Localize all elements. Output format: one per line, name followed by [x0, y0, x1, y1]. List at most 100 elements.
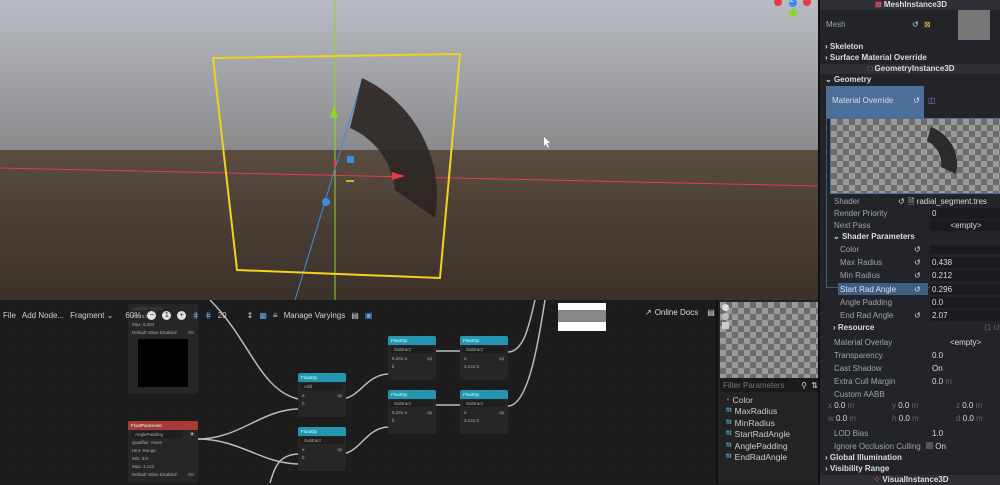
node-default-toggle[interactable]: On — [188, 330, 194, 335]
port-out[interactable]: op — [499, 356, 504, 361]
toggle-panel-icon[interactable]: ▤ — [707, 308, 715, 317]
surface-override-section[interactable]: › Surface Material Override — [820, 52, 927, 63]
hint-select[interactable]: Hint: Range — [128, 446, 198, 454]
port-a[interactable]: a — [302, 393, 305, 398]
aabb-field-w[interactable]: w 0.0 m — [828, 414, 884, 425]
float-parameter-node[interactable]: FloatParameter AnglePadding ◉ Qualifier: … — [128, 421, 198, 483]
skeleton-section[interactable]: › Skeleton — [820, 41, 863, 52]
port-b[interactable]: b — [392, 364, 395, 369]
revert-icon[interactable]: ↺ — [914, 258, 921, 267]
floatop-add-node[interactable]: FloatOp Add a op b — [298, 373, 346, 417]
geometry-section[interactable]: ⌄ Geometry — [820, 74, 871, 85]
global-illumination-section[interactable]: › Global Illumination — [820, 452, 902, 463]
sort-icon[interactable]: ⇅ — [811, 381, 818, 390]
preview-icon[interactable]: ▣ — [365, 311, 373, 320]
op-select[interactable]: Subtract — [301, 437, 343, 444]
aabb-field-x[interactable]: x 0.0 m — [828, 401, 884, 412]
port-a[interactable]: a — [405, 410, 408, 415]
max-radius-slider[interactable]: 0.438 — [930, 256, 1000, 268]
op-select[interactable]: Subtract — [463, 346, 505, 353]
a-value[interactable]: 6.284 — [392, 410, 403, 415]
end-rad-angle-slider[interactable]: 2.07 — [930, 309, 1000, 321]
mesh-thumbnail[interactable] — [958, 10, 990, 40]
3d-viewport[interactable]: Z — [0, 0, 818, 300]
node-max[interactable]: Max: 3.142 — [128, 462, 198, 470]
a-value[interactable]: 6.284 — [392, 356, 403, 361]
material-override-label[interactable]: Material Override ↺ — [826, 86, 924, 118]
param-item-minradius[interactable]: flt MinRadius — [726, 417, 790, 429]
aabb-field-y[interactable]: y 0.0 m — [892, 401, 948, 412]
file-menu[interactable]: File — [3, 311, 16, 320]
aabb-field-z[interactable]: z 0.0 m — [956, 401, 1000, 412]
aabb-field-d[interactable]: d 0.0 m — [956, 414, 1000, 425]
port-b[interactable]: b — [477, 364, 480, 369]
zoom-in-icon[interactable]: + — [177, 310, 187, 320]
port-out[interactable]: op — [499, 410, 504, 415]
parameter-name-field[interactable]: AnglePadding — [132, 430, 182, 438]
param-item-endradangle[interactable]: flt EndRadAngle — [726, 452, 790, 464]
cube-preview-icon[interactable] — [722, 313, 729, 320]
arrange-icon[interactable]: ⇕ — [247, 311, 254, 320]
floatop-subtract-node[interactable]: FloatOp Subtract 6.284 a op b — [388, 336, 436, 380]
zoom-out-icon[interactable]: − — [147, 310, 157, 320]
revert-icon[interactable]: ↺ — [914, 285, 921, 294]
visibility-range-section[interactable]: › Visibility Range — [820, 463, 889, 474]
floatop-subtract-node[interactable]: FloatOp Subtract a op 3.142 b — [460, 390, 508, 434]
revert-icon[interactable]: ↺ — [914, 271, 921, 280]
op-select[interactable]: Subtract — [391, 400, 433, 407]
qualifier-select[interactable]: Qualifier: None — [128, 438, 198, 446]
shader-parameters-section[interactable]: ⌄ Shader Parameters — [828, 231, 915, 242]
port-b[interactable]: b — [302, 401, 305, 406]
op-select[interactable]: Subtract — [391, 346, 433, 353]
resource-section[interactable]: › Resource (1 ch — [828, 322, 1000, 333]
port-out[interactable]: op — [427, 410, 432, 415]
mode-select[interactable]: Fragment ⌄ — [70, 311, 113, 320]
param-item-maxradius[interactable]: flt MaxRadius — [726, 406, 790, 418]
grid-toggle-icon[interactable]: ⋕ — [205, 311, 212, 320]
op-select[interactable]: Add — [301, 383, 343, 390]
op-select[interactable]: Subtract — [463, 400, 505, 407]
port-b[interactable]: b — [302, 455, 305, 460]
extra-cull-field[interactable]: 0.0 m — [930, 376, 1000, 387]
port-a[interactable]: a — [405, 356, 408, 361]
revert-icon[interactable]: ↺ — [913, 96, 920, 105]
port-out[interactable]: op — [427, 356, 432, 361]
port-a[interactable]: a — [464, 410, 467, 415]
param-item-color[interactable]: ◖ Color — [726, 394, 790, 406]
port-out[interactable]: op — [337, 447, 342, 452]
shader-resource-field[interactable]: 🗎 radial_segment.tres — [908, 196, 987, 207]
material-overlay-field[interactable]: <empty> — [948, 337, 1000, 348]
port-a[interactable]: a — [464, 356, 467, 361]
param-item-startradangle[interactable]: flt StartRadAngle — [726, 429, 790, 441]
revert-icon[interactable]: ↺ — [898, 197, 905, 206]
b-value[interactable]: 3.142 — [464, 418, 475, 423]
color-picker-button[interactable] — [930, 244, 1000, 254]
manage-varyings-button[interactable]: Manage Varyings — [284, 311, 346, 320]
sphere-preview-icon[interactable] — [722, 304, 729, 311]
b-value[interactable]: 3.142 — [464, 364, 475, 369]
floatop-subtract-node[interactable]: FloatOp Subtract a op b — [298, 427, 346, 471]
cast-shadow-select[interactable]: On — [930, 363, 1000, 374]
port-b[interactable]: b — [477, 418, 480, 423]
port-out[interactable]: op — [337, 393, 342, 398]
min-radius-slider[interactable]: 0.212 — [930, 269, 1000, 281]
aabb-field-h[interactable]: h 0.0 m — [892, 414, 948, 425]
transparency-slider[interactable]: 0.0 — [930, 350, 1000, 361]
revert-icon[interactable]: ↺ — [914, 311, 921, 320]
port-b[interactable]: b — [392, 418, 395, 423]
online-docs-button[interactable]: Online Docs — [655, 308, 699, 317]
gizmo-z-label[interactable]: Z — [790, 0, 794, 4]
angle-padding-slider[interactable]: 0.0 — [930, 296, 1000, 308]
ignore-occlusion-checkbox[interactable]: On — [924, 441, 994, 452]
render-priority-field[interactable]: 0 — [930, 207, 1000, 219]
table-icon[interactable]: ▦ — [259, 311, 267, 320]
zoom-reset-icon[interactable]: 1 — [162, 310, 172, 320]
snap-step[interactable]: 20 — [218, 311, 227, 320]
port-a[interactable]: a — [302, 447, 305, 452]
snap-toggle-icon[interactable]: ⋕ — [192, 311, 199, 320]
node-default-toggle[interactable]: On — [188, 472, 194, 477]
next-pass-field[interactable]: <empty> — [930, 219, 1000, 231]
add-node-button[interactable]: Add Node... — [22, 311, 64, 320]
lod-bias-slider[interactable]: 1.0 — [930, 428, 1000, 439]
node-min[interactable]: Min: 0.0 — [128, 454, 198, 462]
